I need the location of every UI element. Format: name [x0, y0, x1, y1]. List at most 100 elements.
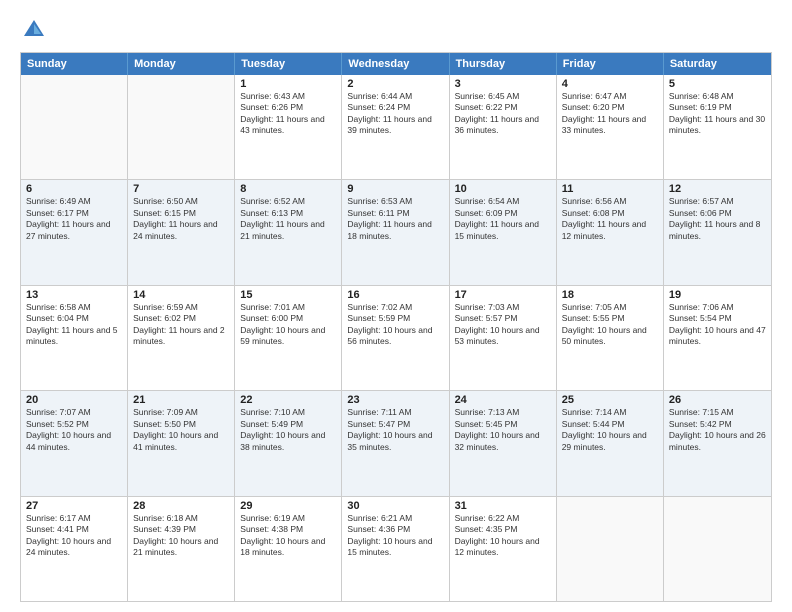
calendar-cell: 29Sunrise: 6:19 AM Sunset: 4:38 PM Dayli…: [235, 497, 342, 601]
calendar-body: 1Sunrise: 6:43 AM Sunset: 6:26 PM Daylig…: [21, 75, 771, 601]
calendar-cell: 10Sunrise: 6:54 AM Sunset: 6:09 PM Dayli…: [450, 180, 557, 284]
day-number: 25: [562, 394, 658, 406]
day-number: 5: [669, 78, 766, 90]
day-number: 24: [455, 394, 551, 406]
calendar-cell: 12Sunrise: 6:57 AM Sunset: 6:06 PM Dayli…: [664, 180, 771, 284]
calendar-cell: [128, 75, 235, 179]
calendar-cell: 25Sunrise: 7:14 AM Sunset: 5:44 PM Dayli…: [557, 391, 664, 495]
day-number: 2: [347, 78, 443, 90]
day-info: Sunrise: 6:49 AM Sunset: 6:17 PM Dayligh…: [26, 196, 122, 242]
calendar-cell: 5Sunrise: 6:48 AM Sunset: 6:19 PM Daylig…: [664, 75, 771, 179]
day-number: 8: [240, 183, 336, 195]
calendar-cell: [21, 75, 128, 179]
calendar-row-3: 20Sunrise: 7:07 AM Sunset: 5:52 PM Dayli…: [21, 390, 771, 495]
day-number: 1: [240, 78, 336, 90]
day-info: Sunrise: 6:54 AM Sunset: 6:09 PM Dayligh…: [455, 196, 551, 242]
calendar-cell: 17Sunrise: 7:03 AM Sunset: 5:57 PM Dayli…: [450, 286, 557, 390]
header-day-thursday: Thursday: [450, 53, 557, 75]
calendar-row-1: 6Sunrise: 6:49 AM Sunset: 6:17 PM Daylig…: [21, 179, 771, 284]
day-number: 28: [133, 500, 229, 512]
calendar: SundayMondayTuesdayWednesdayThursdayFrid…: [20, 52, 772, 602]
header: [20, 16, 772, 44]
day-number: 7: [133, 183, 229, 195]
day-info: Sunrise: 7:13 AM Sunset: 5:45 PM Dayligh…: [455, 407, 551, 453]
day-info: Sunrise: 6:57 AM Sunset: 6:06 PM Dayligh…: [669, 196, 766, 242]
day-info: Sunrise: 6:19 AM Sunset: 4:38 PM Dayligh…: [240, 513, 336, 559]
header-day-saturday: Saturday: [664, 53, 771, 75]
day-info: Sunrise: 6:50 AM Sunset: 6:15 PM Dayligh…: [133, 196, 229, 242]
day-info: Sunrise: 6:58 AM Sunset: 6:04 PM Dayligh…: [26, 302, 122, 348]
calendar-cell: 23Sunrise: 7:11 AM Sunset: 5:47 PM Dayli…: [342, 391, 449, 495]
calendar-cell: 2Sunrise: 6:44 AM Sunset: 6:24 PM Daylig…: [342, 75, 449, 179]
day-info: Sunrise: 6:47 AM Sunset: 6:20 PM Dayligh…: [562, 91, 658, 137]
day-number: 17: [455, 289, 551, 301]
day-number: 15: [240, 289, 336, 301]
calendar-cell: 27Sunrise: 6:17 AM Sunset: 4:41 PM Dayli…: [21, 497, 128, 601]
day-info: Sunrise: 6:52 AM Sunset: 6:13 PM Dayligh…: [240, 196, 336, 242]
calendar-row-2: 13Sunrise: 6:58 AM Sunset: 6:04 PM Dayli…: [21, 285, 771, 390]
logo-icon: [20, 16, 48, 44]
day-number: 29: [240, 500, 336, 512]
day-info: Sunrise: 7:09 AM Sunset: 5:50 PM Dayligh…: [133, 407, 229, 453]
day-info: Sunrise: 6:53 AM Sunset: 6:11 PM Dayligh…: [347, 196, 443, 242]
day-number: 31: [455, 500, 551, 512]
day-number: 18: [562, 289, 658, 301]
day-number: 20: [26, 394, 122, 406]
header-day-wednesday: Wednesday: [342, 53, 449, 75]
day-info: Sunrise: 7:14 AM Sunset: 5:44 PM Dayligh…: [562, 407, 658, 453]
logo: [20, 16, 52, 44]
day-info: Sunrise: 6:48 AM Sunset: 6:19 PM Dayligh…: [669, 91, 766, 137]
calendar-cell: 3Sunrise: 6:45 AM Sunset: 6:22 PM Daylig…: [450, 75, 557, 179]
calendar-cell: 28Sunrise: 6:18 AM Sunset: 4:39 PM Dayli…: [128, 497, 235, 601]
day-number: 11: [562, 183, 658, 195]
day-info: Sunrise: 7:15 AM Sunset: 5:42 PM Dayligh…: [669, 407, 766, 453]
calendar-row-0: 1Sunrise: 6:43 AM Sunset: 6:26 PM Daylig…: [21, 75, 771, 179]
calendar-cell: 21Sunrise: 7:09 AM Sunset: 5:50 PM Dayli…: [128, 391, 235, 495]
day-info: Sunrise: 6:59 AM Sunset: 6:02 PM Dayligh…: [133, 302, 229, 348]
calendar-cell: [557, 497, 664, 601]
day-number: 6: [26, 183, 122, 195]
calendar-cell: 15Sunrise: 7:01 AM Sunset: 6:00 PM Dayli…: [235, 286, 342, 390]
day-number: 10: [455, 183, 551, 195]
day-info: Sunrise: 6:18 AM Sunset: 4:39 PM Dayligh…: [133, 513, 229, 559]
day-info: Sunrise: 6:21 AM Sunset: 4:36 PM Dayligh…: [347, 513, 443, 559]
day-info: Sunrise: 6:45 AM Sunset: 6:22 PM Dayligh…: [455, 91, 551, 137]
day-info: Sunrise: 7:06 AM Sunset: 5:54 PM Dayligh…: [669, 302, 766, 348]
calendar-cell: 8Sunrise: 6:52 AM Sunset: 6:13 PM Daylig…: [235, 180, 342, 284]
calendar-cell: 6Sunrise: 6:49 AM Sunset: 6:17 PM Daylig…: [21, 180, 128, 284]
day-number: 9: [347, 183, 443, 195]
calendar-cell: 13Sunrise: 6:58 AM Sunset: 6:04 PM Dayli…: [21, 286, 128, 390]
calendar-header: SundayMondayTuesdayWednesdayThursdayFrid…: [21, 53, 771, 75]
day-number: 22: [240, 394, 336, 406]
day-number: 23: [347, 394, 443, 406]
calendar-cell: 11Sunrise: 6:56 AM Sunset: 6:08 PM Dayli…: [557, 180, 664, 284]
day-info: Sunrise: 7:10 AM Sunset: 5:49 PM Dayligh…: [240, 407, 336, 453]
calendar-cell: 4Sunrise: 6:47 AM Sunset: 6:20 PM Daylig…: [557, 75, 664, 179]
day-number: 13: [26, 289, 122, 301]
day-number: 26: [669, 394, 766, 406]
calendar-cell: 30Sunrise: 6:21 AM Sunset: 4:36 PM Dayli…: [342, 497, 449, 601]
day-info: Sunrise: 6:17 AM Sunset: 4:41 PM Dayligh…: [26, 513, 122, 559]
calendar-cell: 14Sunrise: 6:59 AM Sunset: 6:02 PM Dayli…: [128, 286, 235, 390]
day-number: 14: [133, 289, 229, 301]
header-day-monday: Monday: [128, 53, 235, 75]
calendar-cell: 9Sunrise: 6:53 AM Sunset: 6:11 PM Daylig…: [342, 180, 449, 284]
calendar-cell: 1Sunrise: 6:43 AM Sunset: 6:26 PM Daylig…: [235, 75, 342, 179]
page: SundayMondayTuesdayWednesdayThursdayFrid…: [0, 0, 792, 612]
calendar-cell: 26Sunrise: 7:15 AM Sunset: 5:42 PM Dayli…: [664, 391, 771, 495]
day-info: Sunrise: 6:44 AM Sunset: 6:24 PM Dayligh…: [347, 91, 443, 137]
header-day-tuesday: Tuesday: [235, 53, 342, 75]
calendar-cell: 22Sunrise: 7:10 AM Sunset: 5:49 PM Dayli…: [235, 391, 342, 495]
day-number: 12: [669, 183, 766, 195]
day-info: Sunrise: 7:03 AM Sunset: 5:57 PM Dayligh…: [455, 302, 551, 348]
day-info: Sunrise: 6:22 AM Sunset: 4:35 PM Dayligh…: [455, 513, 551, 559]
day-number: 16: [347, 289, 443, 301]
day-number: 3: [455, 78, 551, 90]
calendar-cell: 7Sunrise: 6:50 AM Sunset: 6:15 PM Daylig…: [128, 180, 235, 284]
day-info: Sunrise: 7:01 AM Sunset: 6:00 PM Dayligh…: [240, 302, 336, 348]
calendar-row-4: 27Sunrise: 6:17 AM Sunset: 4:41 PM Dayli…: [21, 496, 771, 601]
header-day-friday: Friday: [557, 53, 664, 75]
calendar-cell: 20Sunrise: 7:07 AM Sunset: 5:52 PM Dayli…: [21, 391, 128, 495]
day-number: 30: [347, 500, 443, 512]
header-day-sunday: Sunday: [21, 53, 128, 75]
